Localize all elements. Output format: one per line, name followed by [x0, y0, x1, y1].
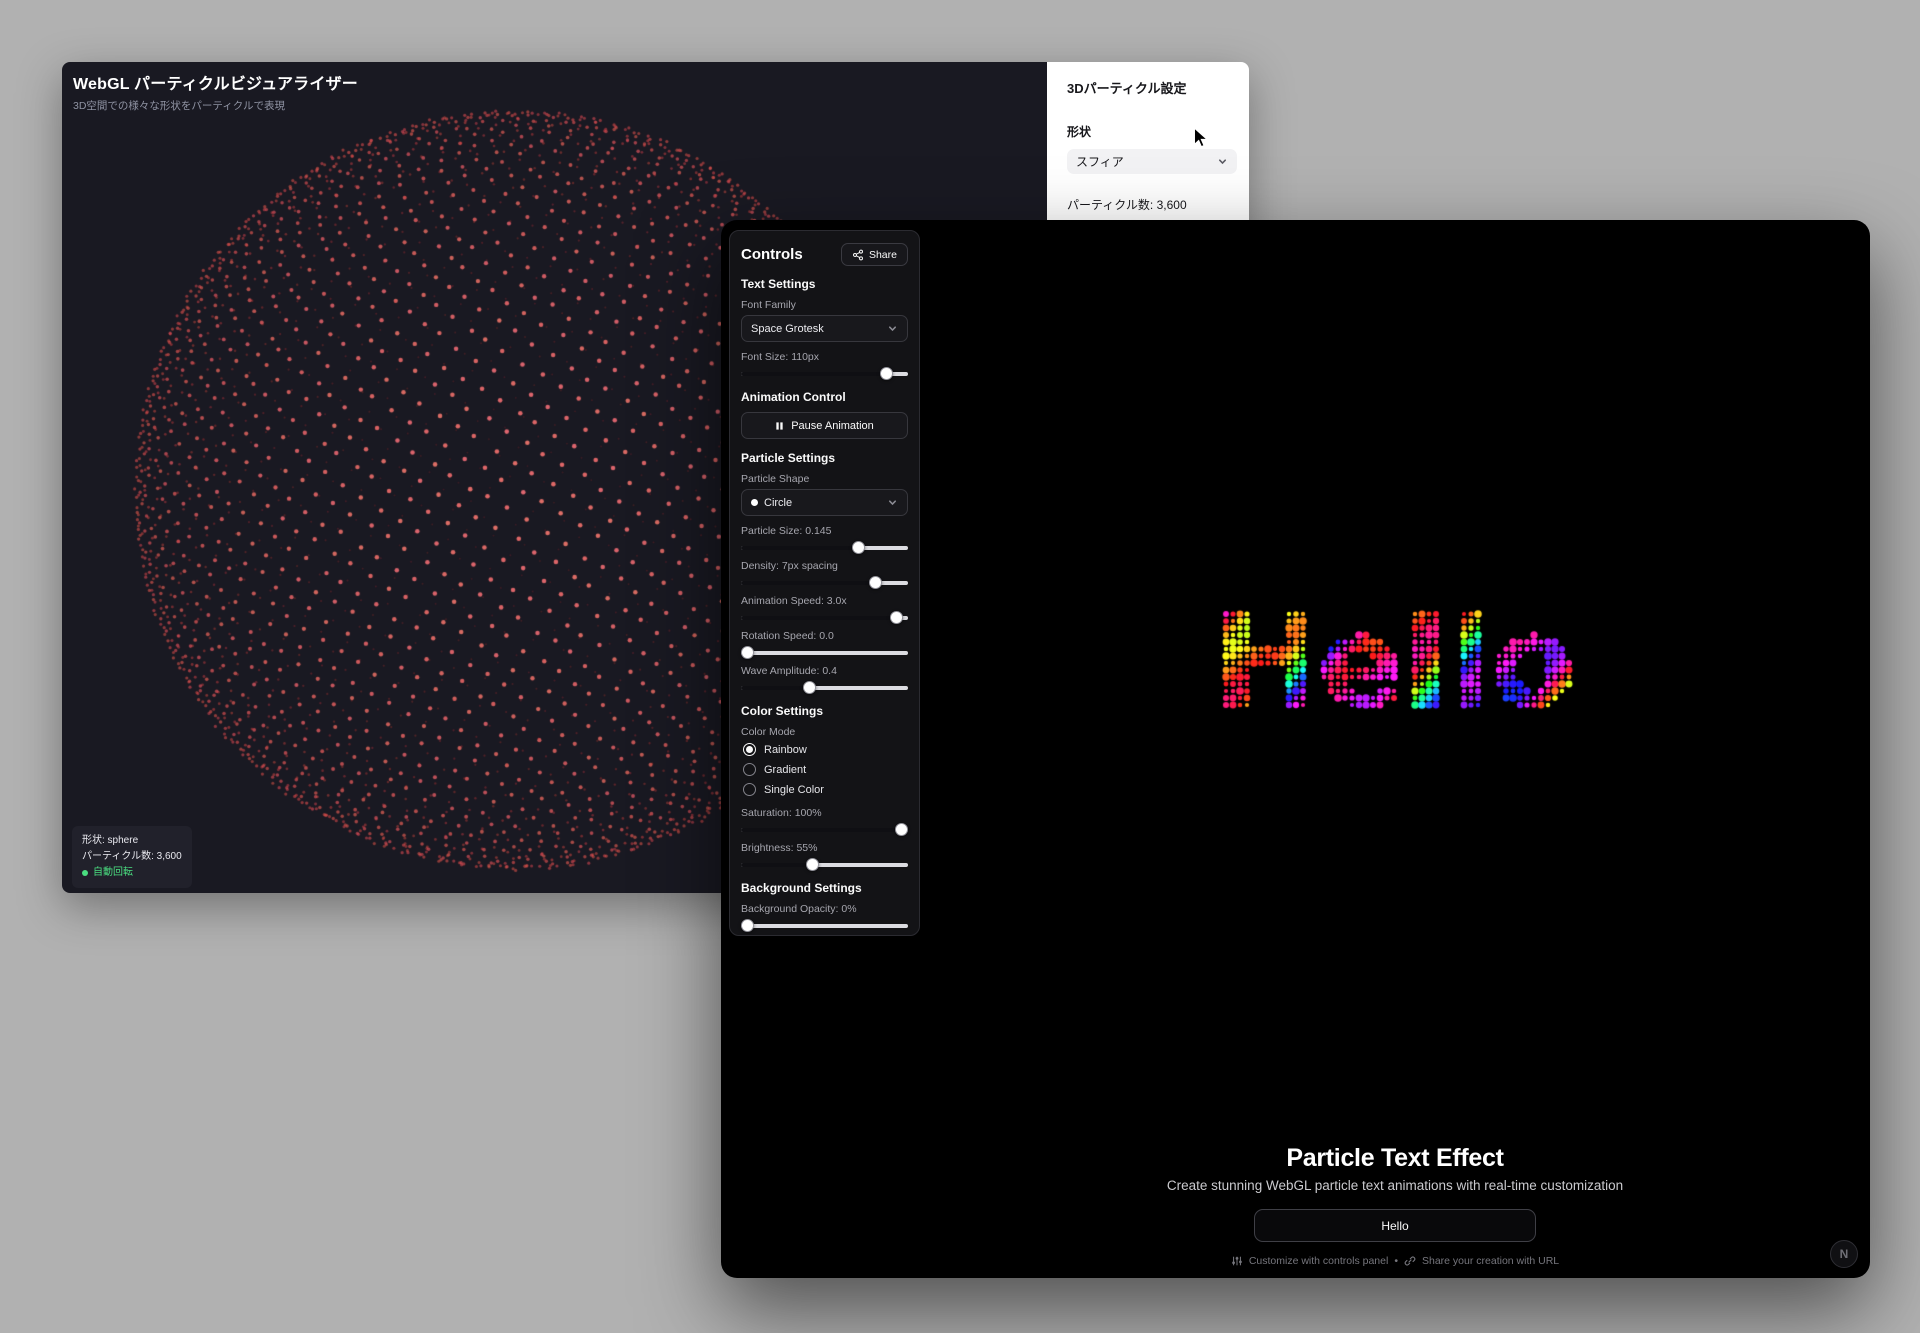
- count-label: パーティクル数: 3,600: [1067, 196, 1237, 213]
- slider-thumb[interactable]: [741, 919, 754, 932]
- radio-rainbow[interactable]: Rainbow: [743, 742, 908, 757]
- particle-shape-label: Particle Shape: [741, 473, 908, 485]
- slider-thumb[interactable]: [741, 646, 754, 659]
- animation-speed-label: Animation Speed: 3.0x: [741, 595, 908, 607]
- slider-fill: [741, 581, 880, 585]
- info-count: パーティクル数: 3,600: [82, 849, 182, 865]
- shape-label: 形状: [1067, 123, 1237, 140]
- hint-separator: •: [1394, 1255, 1398, 1267]
- slider-thumb[interactable]: [803, 681, 816, 694]
- radio-single-color[interactable]: Single Color: [743, 782, 908, 797]
- settings-title: 3Dパーティクル設定: [1067, 78, 1237, 97]
- radio-label: Gradient: [764, 764, 806, 776]
- rotation-speed-slider[interactable]: [741, 646, 908, 659]
- brightness-slider[interactable]: [741, 858, 908, 871]
- slider-thumb[interactable]: [869, 576, 882, 589]
- slider-fill: [741, 686, 808, 690]
- devtools-badge-label: N: [1840, 1247, 1849, 1261]
- particle-text-input[interactable]: [1254, 1209, 1536, 1242]
- radio-label: Rainbow: [764, 744, 807, 756]
- animation-control-heading: Animation Control: [741, 390, 908, 404]
- density-label: Density: 7px spacing: [741, 560, 908, 572]
- font-family-value: Space Grotesk: [751, 323, 824, 335]
- slider-fill: [741, 616, 903, 620]
- stage-hint: Customize with controls panel • Share yo…: [1231, 1255, 1559, 1267]
- stage-subtitle: Create stunning WebGL particle text anim…: [1167, 1178, 1623, 1193]
- circle-icon: [751, 499, 758, 506]
- share-button-label: Share: [869, 249, 897, 261]
- chevron-down-icon: [1217, 156, 1228, 167]
- radio-ring: [743, 763, 756, 776]
- controls-title: Controls: [741, 246, 803, 263]
- background-opacity-label: Background Opacity: 0%: [741, 903, 908, 915]
- viz-header: WebGL パーティクルビジュアライザー 3D空間での様々な形状をパーティクルで…: [73, 70, 358, 113]
- particle-size-slider[interactable]: [741, 541, 908, 554]
- particle-size-label: Particle Size: 0.145: [741, 525, 908, 537]
- chevron-down-icon: [887, 497, 898, 508]
- font-family-label: Font Family: [741, 299, 908, 311]
- shape-select-value: スフィア: [1076, 153, 1124, 170]
- particle-shape-value: Circle: [764, 497, 792, 509]
- saturation-slider[interactable]: [741, 823, 908, 836]
- radio-ring: [743, 783, 756, 796]
- devtools-badge[interactable]: N: [1830, 1240, 1858, 1268]
- hint-customize: Customize with controls panel: [1249, 1255, 1388, 1267]
- slider-fill: [741, 372, 891, 376]
- chevron-down-icon: [887, 323, 898, 334]
- particle-settings-heading: Particle Settings: [741, 451, 908, 465]
- controls-panel: Controls Share Text Settings Font Family…: [729, 230, 920, 936]
- pause-icon: [775, 421, 784, 431]
- color-mode-label: Color Mode: [741, 726, 908, 738]
- stage-footer-area: Particle Text Effect Create stunning Web…: [920, 1144, 1870, 1267]
- viz-subtitle: 3D空間での様々な形状をパーティクルで表現: [73, 98, 358, 113]
- share-button[interactable]: Share: [841, 243, 908, 266]
- font-size-slider[interactable]: [741, 367, 908, 380]
- radio-ring: [743, 743, 756, 756]
- auto-rotate-status-dot: [82, 870, 88, 876]
- font-family-select[interactable]: Space Grotesk: [741, 315, 908, 342]
- info-auto-rotate: 自動回転: [93, 865, 133, 881]
- wave-amplitude-slider[interactable]: [741, 681, 908, 694]
- density-slider[interactable]: [741, 576, 908, 589]
- link-icon: [1404, 1255, 1416, 1267]
- slider-fill: [741, 863, 811, 867]
- shape-select[interactable]: スフィア: [1067, 149, 1237, 174]
- share-icon: [852, 249, 864, 261]
- desktop: WebGL パーティクルビジュアライザー 3D空間での様々な形状をパーティクルで…: [0, 0, 1920, 1333]
- hint-share: Share your creation with URL: [1422, 1255, 1559, 1267]
- sliders-icon: [1231, 1255, 1243, 1267]
- slider-thumb[interactable]: [890, 611, 903, 624]
- slider-thumb[interactable]: [852, 541, 865, 554]
- slider-thumb[interactable]: [806, 858, 819, 871]
- animation-speed-slider[interactable]: [741, 611, 908, 624]
- pause-button-label: Pause Animation: [791, 420, 874, 432]
- wave-amplitude-label: Wave Amplitude: 0.4: [741, 665, 908, 677]
- viz-title: WebGL パーティクルビジュアライザー: [73, 70, 358, 94]
- background-settings-heading: Background Settings: [741, 881, 908, 895]
- background-opacity-slider[interactable]: [741, 919, 908, 932]
- info-shape: 形状: sphere: [82, 833, 182, 849]
- slider-thumb[interactable]: [895, 823, 908, 836]
- text-settings-heading: Text Settings: [741, 277, 908, 291]
- color-settings-heading: Color Settings: [741, 704, 908, 718]
- slider-track: [741, 651, 908, 655]
- brightness-label: Brightness: 55%: [741, 842, 908, 854]
- stage-title: Particle Text Effect: [1286, 1144, 1503, 1173]
- pause-animation-button[interactable]: Pause Animation: [741, 412, 908, 439]
- radio-gradient[interactable]: Gradient: [743, 762, 908, 777]
- particle-text-window: Controls Share Text Settings Font Family…: [721, 220, 1870, 1278]
- font-size-label: Font Size: 110px: [741, 351, 908, 363]
- rotation-speed-label: Rotation Speed: 0.0: [741, 630, 908, 642]
- slider-fill: [741, 546, 861, 550]
- slider-thumb[interactable]: [880, 367, 893, 380]
- viz-info-box: 形状: sphere パーティクル数: 3,600 自動回転: [72, 826, 192, 888]
- particle-shape-select[interactable]: Circle: [741, 489, 908, 516]
- slider-track: [741, 924, 908, 928]
- slider-fill: [741, 828, 908, 832]
- radio-label: Single Color: [764, 784, 824, 796]
- saturation-label: Saturation: 100%: [741, 807, 908, 819]
